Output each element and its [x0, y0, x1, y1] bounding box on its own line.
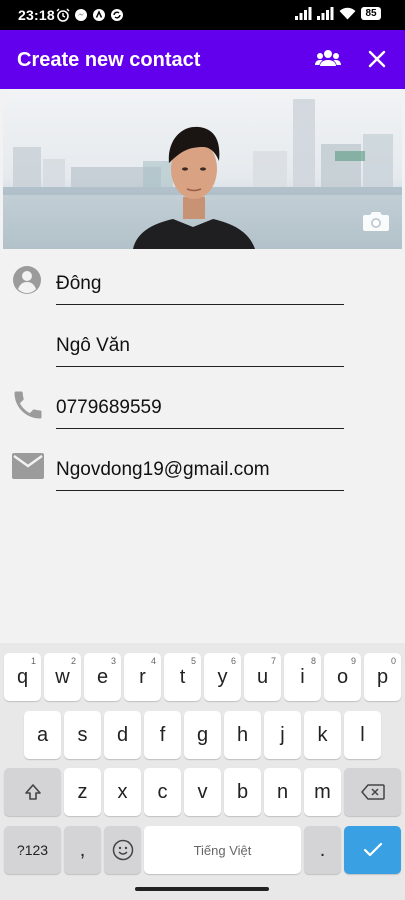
symbols-key[interactable]: ?123: [4, 826, 61, 874]
messenger-icon: [75, 9, 87, 21]
status-time: 23:18: [18, 7, 55, 23]
key-f[interactable]: f: [144, 711, 181, 759]
close-button[interactable]: [362, 44, 392, 74]
gesture-nav-bar[interactable]: [135, 887, 269, 891]
key-u[interactable]: 7u: [244, 653, 281, 701]
person-icon: [11, 264, 43, 296]
battery-indicator: 85: [361, 7, 381, 20]
app-bar: Create new contact: [0, 30, 405, 89]
people-icon: [315, 50, 341, 66]
signal-icon: [295, 7, 312, 20]
status-bar: 23:18 85: [0, 0, 405, 30]
comma-key[interactable]: ,: [64, 826, 101, 874]
phone-icon: [9, 386, 47, 424]
key-c[interactable]: c: [144, 768, 181, 816]
backspace-key[interactable]: [344, 768, 401, 816]
close-icon: [368, 50, 386, 68]
page-title: Create new contact: [17, 49, 201, 71]
key-b[interactable]: b: [224, 768, 261, 816]
email-field[interactable]: Ngovdong19@gmail.com: [56, 444, 344, 491]
last-name-field[interactable]: Ngô Văn: [56, 320, 344, 367]
key-e[interactable]: 3e: [84, 653, 121, 701]
key-w[interactable]: 2w: [44, 653, 81, 701]
first-name-field[interactable]: Đông: [56, 258, 344, 305]
key-i[interactable]: 8i: [284, 653, 321, 701]
emoji-key[interactable]: [104, 826, 141, 874]
contact-photo-image: [3, 89, 402, 249]
key-a[interactable]: a: [24, 711, 61, 759]
key-o[interactable]: 9o: [324, 653, 361, 701]
first-name-value: Đông: [56, 273, 102, 294]
status-notification-icons: [56, 8, 124, 22]
key-y[interactable]: 6y: [204, 653, 241, 701]
key-q[interactable]: 1q: [4, 653, 41, 701]
key-g[interactable]: g: [184, 711, 221, 759]
shift-key[interactable]: [4, 768, 61, 816]
checkmark-icon: [363, 842, 382, 857]
phone-field[interactable]: 0779689559: [56, 382, 344, 429]
last-name-value: Ngô Văn: [56, 335, 130, 356]
backspace-icon: [360, 784, 385, 800]
key-t[interactable]: 5t: [164, 653, 201, 701]
period-key[interactable]: .: [304, 826, 341, 874]
space-key[interactable]: Tiếng Việt: [144, 826, 301, 874]
key-n[interactable]: n: [264, 768, 301, 816]
key-j[interactable]: j: [264, 711, 301, 759]
email-value: Ngovdong19@gmail.com: [56, 459, 270, 480]
emoji-icon: [112, 839, 133, 861]
wifi-icon: [339, 7, 356, 20]
key-v[interactable]: v: [184, 768, 221, 816]
email-icon: [11, 452, 45, 480]
key-s[interactable]: s: [64, 711, 101, 759]
contact-photo[interactable]: [3, 89, 402, 249]
app-notification-icon: [93, 9, 105, 21]
key-r[interactable]: 4r: [124, 653, 161, 701]
phone-value: 0779689559: [56, 397, 162, 418]
key-p[interactable]: 0p: [364, 653, 401, 701]
key-k[interactable]: k: [304, 711, 341, 759]
key-m[interactable]: m: [304, 768, 341, 816]
shift-icon: [24, 784, 41, 800]
key-h[interactable]: h: [224, 711, 261, 759]
key-x[interactable]: x: [104, 768, 141, 816]
select-contacts-button[interactable]: [313, 44, 343, 74]
camera-icon[interactable]: [362, 209, 390, 233]
enter-key[interactable]: [344, 826, 401, 874]
status-system-icons: 85: [295, 7, 381, 20]
key-d[interactable]: d: [104, 711, 141, 759]
sync-icon: [111, 9, 123, 21]
alarm-icon: [56, 8, 70, 22]
keyboard: 1q 2w 3e 4r 5t 6y 7u 8i 9o 0p a s d f g …: [0, 643, 405, 900]
key-l[interactable]: l: [344, 711, 381, 759]
key-z[interactable]: z: [64, 768, 101, 816]
signal-icon-2: [317, 7, 334, 20]
